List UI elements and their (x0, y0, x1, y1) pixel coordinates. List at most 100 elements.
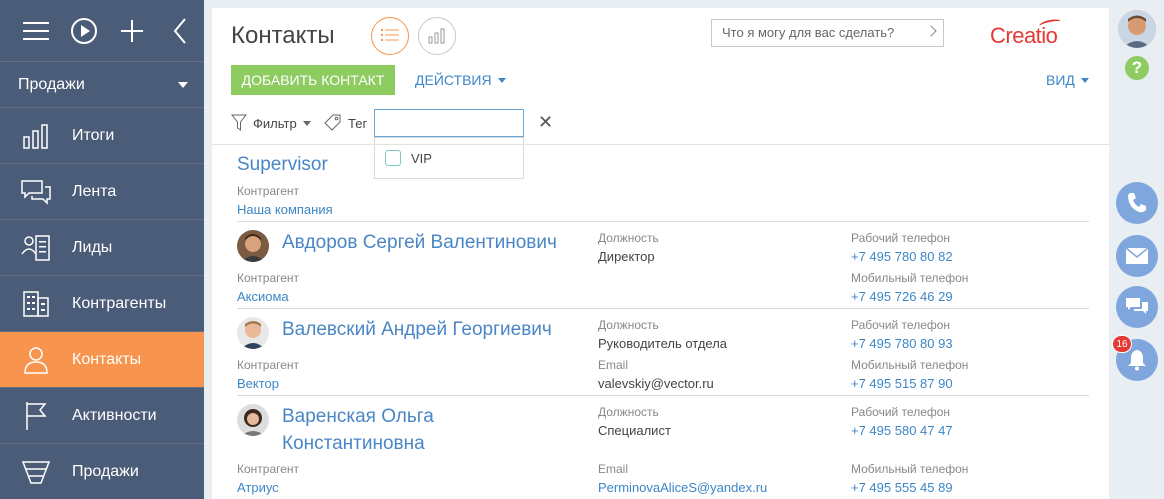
work-phone-link[interactable]: +7 495 780 80 93 (851, 336, 953, 351)
chat-bubbles-icon (0, 179, 72, 205)
sidebar-item-label: Контакты (72, 350, 142, 368)
email-label: Email (598, 462, 629, 476)
mobile-label: Мобильный телефон (851, 271, 969, 285)
filter-icon (231, 114, 247, 131)
section-selector[interactable]: Продажи (0, 62, 204, 108)
user-avatar[interactable] (1118, 10, 1156, 48)
section-label: Продажи (18, 75, 85, 93)
command-line-input[interactable]: Что я могу для вас сделать? (711, 19, 944, 47)
sidebar-item-label: Продажи (72, 462, 139, 480)
plus-icon[interactable] (108, 11, 156, 51)
work-phone-label: Рабочий телефон (851, 405, 951, 419)
account-label: Контрагент (237, 271, 300, 285)
phone-icon (1128, 193, 1146, 213)
phone-button[interactable] (1116, 182, 1158, 224)
tag-filter[interactable]: Тег (324, 114, 367, 132)
email-button[interactable] (1116, 235, 1158, 277)
building-icon (0, 290, 72, 318)
work-phone-link[interactable]: +7 495 580 47 47 (851, 423, 953, 438)
sidebar-item-label: Итоги (72, 126, 115, 144)
mobile-link[interactable]: +7 495 726 46 29 (851, 289, 953, 304)
bar-chart-icon (428, 28, 445, 44)
sidebar-item-leads[interactable]: Лиды (0, 220, 204, 276)
mobile-link[interactable]: +7 495 555 45 89 (851, 480, 953, 495)
main-panel: Контакты Что я могу для вас сделать? Cre… (212, 8, 1109, 499)
chat-icon (1126, 298, 1148, 314)
chevron-right-icon (925, 25, 937, 37)
job-label: Должность (598, 231, 659, 245)
tag-search-input[interactable] (374, 109, 524, 137)
sidebar-item-opportunities[interactable]: Продажи (0, 444, 204, 499)
flag-icon (0, 401, 72, 431)
avatar (237, 404, 269, 436)
list-icon (381, 29, 399, 41)
funnel-icon (0, 459, 72, 485)
close-icon[interactable]: ✕ (538, 112, 553, 133)
sidebar-item-label: Контрагенты (72, 294, 167, 312)
row-divider (237, 308, 1089, 309)
menu-icon[interactable] (12, 11, 60, 51)
sidebar-top-bar (0, 0, 204, 62)
chevron-down-icon (1080, 77, 1089, 83)
sidebar-item-label: Активности (72, 406, 157, 424)
mobile-label: Мобильный телефон (851, 358, 969, 372)
add-contact-button[interactable]: ДОБАВИТЬ КОНТАКТ (231, 65, 395, 95)
filter-button[interactable]: Фильтр (231, 114, 311, 132)
tag-checkbox[interactable] (385, 150, 401, 166)
chevron-down-icon (302, 120, 311, 126)
mobile-label: Мобильный телефон (851, 462, 969, 476)
notification-badge: 16 (1112, 335, 1132, 353)
page-title: Контакты (231, 22, 335, 49)
job-value: Руководитель отдела (598, 336, 728, 351)
filter-label: Фильтр (253, 115, 297, 131)
chevron-down-icon (497, 77, 506, 83)
account-link[interactable]: Вектор (237, 376, 279, 391)
view-menu[interactable]: ВИД (1046, 72, 1089, 88)
sidebar-item-dashboards[interactable]: Итоги (0, 108, 204, 164)
account-link[interactable]: Наша компания (237, 202, 333, 217)
job-value: Специалист (598, 423, 671, 438)
sidebar-item-contacts[interactable]: Контакты (0, 332, 204, 388)
account-label: Контрагент (237, 358, 300, 372)
account-label: Контрагент (237, 184, 300, 198)
sidebar-item-feed[interactable]: Лента (0, 164, 204, 220)
email-link[interactable]: PerminovaAliceS@yandex.ru (598, 480, 767, 495)
tag-icon (324, 114, 341, 131)
leads-icon (0, 234, 72, 262)
command-line-placeholder: Что я могу для вас сделать? (722, 25, 895, 40)
bar-chart-icon (0, 123, 72, 149)
tag-option-label[interactable]: VIP (411, 151, 432, 166)
contact-name[interactable]: Авдоров Сергей Валентинович (282, 232, 557, 254)
mobile-link[interactable]: +7 495 515 87 90 (851, 376, 953, 391)
job-label: Должность (598, 318, 659, 332)
contact-name-line1[interactable]: Варенская Ольга (282, 406, 434, 428)
play-icon[interactable] (60, 11, 108, 51)
envelope-icon (1125, 247, 1149, 264)
actions-label: ДЕЙСТВИЯ (415, 72, 492, 88)
list-view-button[interactable] (371, 17, 409, 55)
chat-button[interactable] (1116, 286, 1158, 328)
row-divider (237, 221, 1089, 222)
work-phone-link[interactable]: +7 495 780 80 82 (851, 249, 953, 264)
bell-icon (1128, 350, 1146, 371)
account-link[interactable]: Аксиома (237, 289, 289, 304)
collapse-icon[interactable] (156, 11, 204, 51)
help-icon[interactable]: ? (1125, 56, 1149, 80)
sidebar: Продажи Итоги Лента Лиды Контрагенты Кон… (0, 0, 204, 499)
work-phone-label: Рабочий телефон (851, 318, 951, 332)
sidebar-item-accounts[interactable]: Контрагенты (0, 276, 204, 332)
account-link[interactable]: Атриус (237, 480, 279, 495)
view-label: ВИД (1046, 72, 1075, 88)
sidebar-item-label: Лента (72, 182, 117, 200)
sidebar-item-label: Лиды (72, 238, 113, 256)
analytics-view-button[interactable] (418, 17, 456, 55)
contact-name[interactable]: Supervisor (237, 154, 328, 176)
actions-menu[interactable]: ДЕЙСТВИЯ (415, 72, 506, 88)
avatar (237, 317, 269, 349)
avatar (237, 230, 269, 262)
email-label: Email (598, 358, 629, 372)
contact-name-line2[interactable]: Константиновна (282, 433, 425, 455)
sidebar-item-activities[interactable]: Активности (0, 388, 204, 444)
contact-name[interactable]: Валевский Андрей Георгиевич (282, 319, 552, 341)
job-value: Директор (598, 249, 655, 264)
